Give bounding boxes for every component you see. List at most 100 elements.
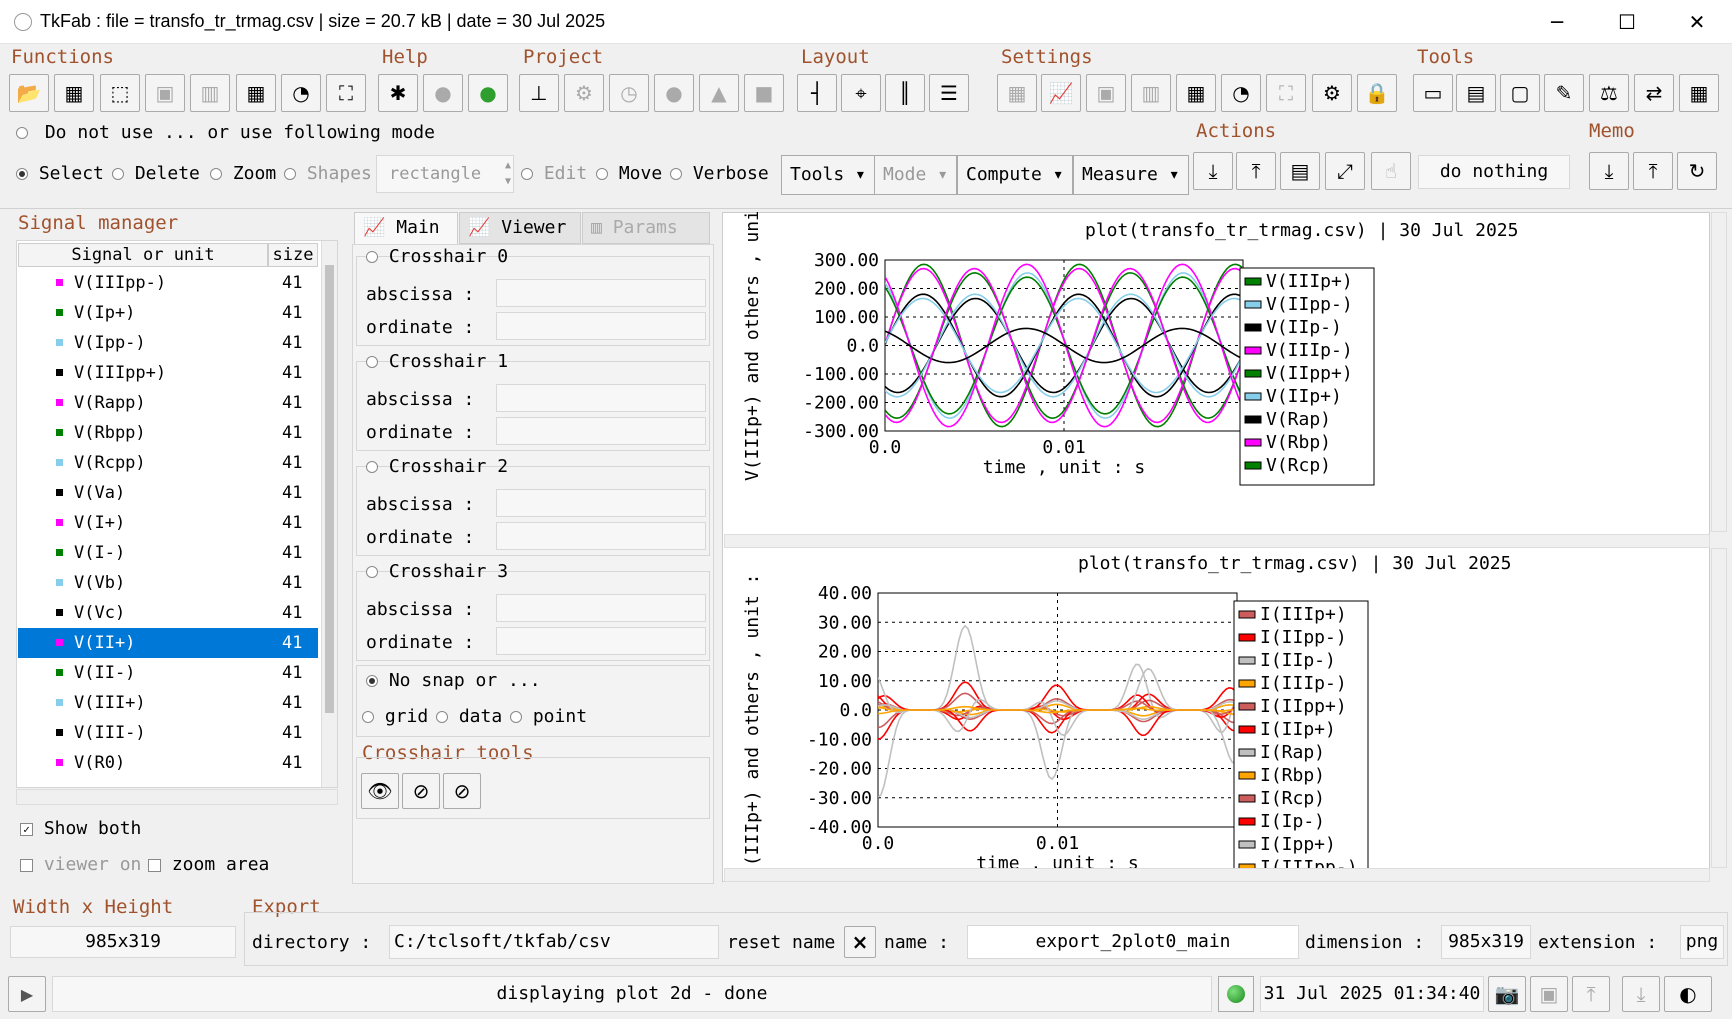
table-button[interactable]: ▦: [54, 74, 94, 112]
close-button[interactable]: ✕: [1662, 0, 1732, 44]
name-field[interactable]: export_2plot0_main: [967, 925, 1299, 959]
play-button[interactable]: ▶: [8, 976, 46, 1012]
grid-radio[interactable]: [362, 711, 374, 723]
user-button[interactable]: ●: [654, 74, 694, 112]
signal-list-scrollbar[interactable]: [321, 241, 337, 787]
crosshair-option[interactable]: Crosshair 0: [366, 246, 508, 267]
signal-row[interactable]: V(Va) 41: [18, 478, 318, 508]
signal-row[interactable]: V(II-) 41: [18, 658, 318, 688]
mode-delete[interactable]: Delete: [112, 163, 200, 184]
status-upload-button[interactable]: ⤒: [1572, 976, 1610, 1012]
viewer-on-option[interactable]: viewer on: [20, 854, 141, 875]
ordinate-field[interactable]: [496, 312, 706, 340]
measure-menu-button[interactable]: Measure ▾: [1073, 155, 1189, 195]
mode-menu-button[interactable]: Mode ▾: [874, 155, 958, 195]
signal-row[interactable]: V(I+) 41: [18, 508, 318, 538]
open-folder-button[interactable]: 📂: [9, 74, 49, 112]
snap-grid-option[interactable]: grid: [362, 706, 428, 727]
memo-upload-button[interactable]: ⤒: [1633, 152, 1673, 190]
crosshair-option[interactable]: Crosshair 1: [366, 351, 508, 372]
signal-row[interactable]: V(IIIpp+) 41: [18, 358, 318, 388]
mode-select[interactable]: Select: [16, 163, 104, 184]
signal-row[interactable]: V(Vc) 41: [18, 598, 318, 628]
gear-button[interactable]: ⚙: [564, 74, 604, 112]
tab-viewer[interactable]: 📈 Viewer: [459, 212, 581, 244]
crosshair-option[interactable]: Crosshair 3: [366, 561, 508, 582]
signal-list-hscrollbar[interactable]: [16, 789, 338, 805]
signal-row[interactable]: V(IIIpp-) 41: [18, 268, 318, 298]
camera-button[interactable]: 📷: [1488, 976, 1526, 1012]
mode-shapes[interactable]: Shapes: [284, 163, 372, 184]
no-snap-option[interactable]: No snap or ...: [366, 670, 541, 691]
signal-row[interactable]: V(III-) 41: [18, 718, 318, 748]
zoom-area-checkbox[interactable]: [148, 858, 161, 872]
settings-linechart-button[interactable]: 📈: [1041, 74, 1081, 112]
bar-chart-button[interactable]: ▥: [190, 74, 230, 112]
graduation-button[interactable]: ▲: [699, 74, 739, 112]
maximize-button[interactable]: ☐: [1592, 0, 1662, 44]
crosshair-radio[interactable]: [366, 566, 378, 578]
abscissa-field[interactable]: [496, 279, 706, 307]
code-file-button[interactable]: ▢: [1500, 74, 1540, 112]
signal-row[interactable]: V(II+) 41: [18, 628, 318, 658]
scrollbar-thumb[interactable]: [325, 265, 334, 713]
signal-row[interactable]: V(III+) 41: [18, 688, 318, 718]
directory-field[interactable]: C:/tclsoft/tkfab/csv: [389, 925, 719, 959]
signal-row[interactable]: V(R0) 41: [18, 748, 318, 778]
memo-download-button[interactable]: ⤓: [1589, 152, 1629, 190]
upload-action-button[interactable]: ⤒: [1236, 152, 1276, 190]
settings-table-button[interactable]: ▦: [997, 74, 1037, 112]
abscissa-field[interactable]: [496, 594, 706, 622]
status-chip-button[interactable]: ▣: [1530, 976, 1568, 1012]
status-download-button[interactable]: ⤓: [1622, 976, 1660, 1012]
show-both-checkbox[interactable]: ✓: [20, 822, 33, 836]
hand-button[interactable]: ☝: [1371, 152, 1411, 190]
ordinate-field[interactable]: [496, 522, 706, 550]
shape-spinbox[interactable]: rectangle ▲ ▼: [376, 155, 514, 193]
no-snap-radio[interactable]: [366, 675, 378, 687]
expand-button[interactable]: ⤢: [1325, 152, 1365, 190]
ordinate-field[interactable]: [496, 417, 706, 445]
tools-menu-button[interactable]: Tools ▾: [781, 155, 875, 195]
shapes-radio[interactable]: [284, 168, 296, 180]
plot0-hscrollbar[interactable]: [724, 534, 1710, 548]
settings-frame-button[interactable]: ⛶: [1266, 74, 1306, 112]
move-radio[interactable]: [596, 168, 608, 180]
ordinate-field[interactable]: [496, 627, 706, 655]
clock-button[interactable]: ◷: [609, 74, 649, 112]
window-button[interactable]: ▭: [1413, 74, 1453, 112]
plot0-vscrollbar[interactable]: [1711, 212, 1727, 532]
toggle-button[interactable]: ◐: [1664, 976, 1712, 1012]
mode-move[interactable]: Move: [596, 163, 662, 184]
layout-split-button[interactable]: ┤: [797, 74, 837, 112]
zoom-area-option[interactable]: zoom area: [148, 854, 269, 875]
crosshair-radio[interactable]: [366, 461, 378, 473]
reset-name-button[interactable]: ×: [844, 926, 876, 958]
rows-button[interactable]: ☰: [929, 74, 969, 112]
frame-button[interactable]: ⛶: [326, 74, 366, 112]
select-radio[interactable]: [16, 168, 28, 180]
compute-menu-button[interactable]: Compute ▾: [957, 155, 1073, 195]
zoom-radio[interactable]: [210, 168, 222, 180]
download-action-button[interactable]: ⤓: [1193, 152, 1233, 190]
point-radio[interactable]: [510, 711, 522, 723]
calculator-button[interactable]: ▦: [236, 74, 276, 112]
plot1-vscrollbar[interactable]: [1711, 548, 1727, 868]
lightbulb-off-button[interactable]: ●: [423, 74, 463, 112]
signal-row[interactable]: V(Ipp-) 41: [18, 328, 318, 358]
hide-crosshair-button[interactable]: ⊘: [402, 773, 440, 809]
balance-button[interactable]: ⚖: [1589, 74, 1629, 112]
settings-calculator-button[interactable]: ▦: [1176, 74, 1216, 112]
hierarchy-button[interactable]: ⊥: [519, 74, 559, 112]
settings-gears-button[interactable]: ⚙: [1312, 74, 1352, 112]
signal-row[interactable]: V(Rbpp) 41: [18, 418, 318, 448]
edit-radio[interactable]: [521, 168, 533, 180]
tab-params[interactable]: ▥ Params: [582, 212, 710, 244]
hide-all-crosshair-button[interactable]: ⊘: [443, 773, 481, 809]
settings-chip-button[interactable]: ▣: [1086, 74, 1126, 112]
signal-row[interactable]: V(Ip+) 41: [18, 298, 318, 328]
col-signal-header[interactable]: Signal or unit: [18, 243, 268, 267]
tab-main[interactable]: 📈 Main: [354, 212, 458, 244]
delete-radio[interactable]: [112, 168, 124, 180]
memory-button[interactable]: ■: [744, 74, 784, 112]
